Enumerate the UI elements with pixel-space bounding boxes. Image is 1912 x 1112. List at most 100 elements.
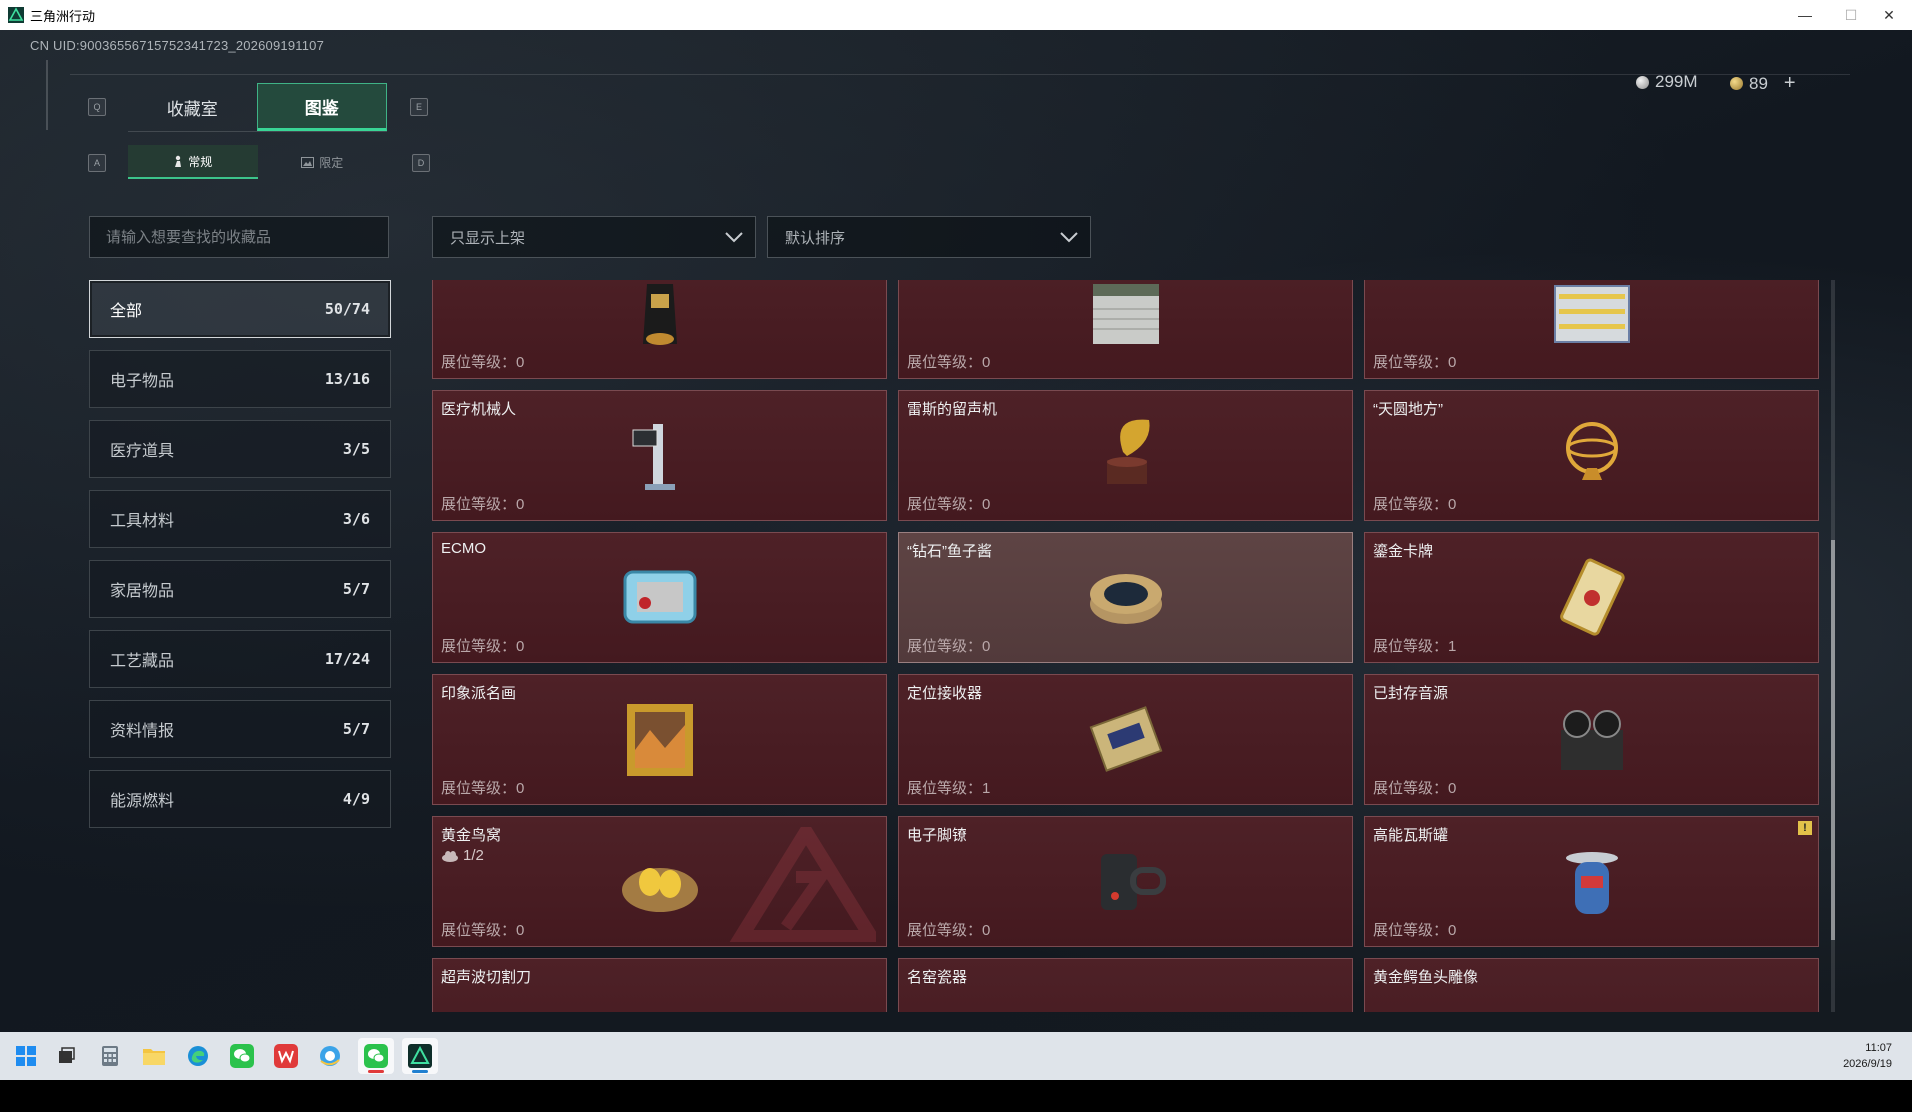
booth-level-value: 0	[982, 922, 991, 939]
category-label: 全部	[110, 303, 143, 320]
collectible-name: 已封存音源	[1373, 685, 1449, 702]
clock-date: 2026/9/19	[1843, 1058, 1892, 1070]
category-medical[interactable]: 医疗道具 3/5	[89, 420, 391, 478]
gas-canister-icon	[1565, 851, 1618, 914]
booth-level-value: 0	[516, 922, 525, 939]
add-currency-button[interactable]: +	[1784, 72, 1796, 95]
tab-collection-room[interactable]: 收藏室	[128, 83, 257, 131]
minimize-button[interactable]: —	[1782, 0, 1828, 30]
delta-force-app[interactable]	[402, 1038, 438, 1074]
category-list: 全部 50/74 电子物品 13/16 医疗道具 3/5 工具材料 3/6 家居物品 5/…	[89, 280, 391, 840]
collectible-card[interactable]: 黄金鳄鱼头雕像展位等级：0	[1364, 958, 1819, 1012]
gold-amount: 89	[1749, 73, 1768, 93]
gold-coin-icon	[1730, 77, 1743, 90]
delta-force-app-icon	[8, 7, 24, 23]
collectible-card[interactable]: 医疗机械人 展位等级：0	[432, 390, 887, 521]
category-crafts[interactable]: 工艺藏品 17/24	[89, 630, 391, 688]
silver-currency: 299M	[1636, 72, 1698, 92]
booth-level: 展位等级：0	[1373, 919, 1456, 940]
delta-force-icon	[408, 1044, 432, 1068]
booth-level-value: 0	[516, 780, 525, 797]
main-tabs: 收藏室 图鉴	[128, 83, 387, 132]
shelf-filter-dropdown[interactable]: 只显示上架	[432, 216, 756, 258]
collectible-card[interactable]: 雷斯的留声机 展位等级：0	[898, 390, 1353, 521]
booth-level: 展位等级：0	[441, 919, 524, 940]
scrollbar-thumb[interactable]	[1831, 540, 1835, 940]
file-explorer-app[interactable]	[136, 1038, 172, 1074]
tab-codex[interactable]: 图鉴	[256, 83, 387, 131]
armillary-sphere-icon	[1565, 421, 1618, 480]
grid-scrollbar[interactable]	[1831, 280, 1835, 1012]
collectible-card[interactable]: 印象派名画 展位等级：0	[432, 674, 887, 805]
collectible-name: 名窑瓷器	[907, 969, 968, 986]
collectible-card[interactable]: 装甲车电池展位等级：0	[898, 280, 1353, 379]
close-button[interactable]: ✕	[1866, 0, 1912, 30]
collectible-progress-value: 1/2	[463, 847, 484, 864]
folder-icon	[143, 1049, 165, 1065]
booth-level-value: 0	[982, 496, 991, 513]
collectible-progress: 1/2	[441, 847, 484, 864]
wps-app[interactable]	[268, 1038, 304, 1074]
category-energy[interactable]: 能源燃料 4/9	[89, 770, 391, 828]
category-tools[interactable]: 工具材料 3/6	[89, 490, 391, 548]
key-hint-a: A	[88, 154, 106, 172]
booth-level-value: 0	[1448, 780, 1457, 797]
collectible-card[interactable]: 名窑瓷器展位等级：0	[898, 958, 1353, 1012]
booth-level-label: 展位等级：	[907, 922, 983, 939]
collectible-card[interactable]: 高能瓦斯罐 展位等级：0!	[1364, 816, 1819, 947]
calculator-app[interactable]	[92, 1038, 128, 1074]
booth-level: 展位等级：0	[1373, 493, 1456, 514]
collectible-card[interactable]: 超声波切割刀展位等级：0	[432, 958, 887, 1012]
collectible-card[interactable]: 动力电池组展位等级：0	[1364, 280, 1819, 379]
booth-level-label: 展位等级：	[1373, 922, 1449, 939]
gold-currency: 89 +	[1730, 72, 1796, 95]
wechat-app[interactable]	[224, 1038, 260, 1074]
category-count: 5/7	[342, 720, 370, 738]
task-view-icon	[59, 1047, 75, 1063]
collectible-name: 鎏金卡牌	[1373, 543, 1434, 560]
ultrasonic-knife-icon	[605, 974, 715, 1013]
sort-dropdown[interactable]: 默认排序	[767, 216, 1091, 258]
start-button[interactable]	[8, 1038, 44, 1074]
edge-browser-app[interactable]	[180, 1038, 216, 1074]
task-view-button[interactable]	[48, 1038, 84, 1074]
golden-nest-icon	[621, 867, 698, 912]
collectible-card[interactable]: 鎏金卡牌展位等级：1	[1364, 532, 1819, 663]
silver-coin-icon	[1636, 75, 1649, 89]
collectible-card[interactable]: 高级咖啡豆展位等级：0	[432, 280, 887, 379]
edge-icon	[188, 1046, 208, 1066]
category-all[interactable]: 全部 50/74	[89, 280, 391, 338]
booth-level-value: 0	[516, 354, 525, 371]
image-icon	[301, 156, 315, 168]
tab-limited[interactable]: 限定	[258, 145, 388, 179]
booth-level: 展位等级：0	[1373, 351, 1456, 372]
collectible-card[interactable]: 电子脚镣 展位等级：0	[898, 816, 1353, 947]
key-hint-d: D	[412, 154, 430, 172]
booth-level-label: 展位等级：	[441, 354, 517, 371]
booth-level-value: 1	[1448, 638, 1457, 655]
category-label: 工具材料	[110, 513, 175, 530]
wechat-app-active[interactable]	[358, 1038, 394, 1074]
collectible-name: ECMO	[441, 540, 486, 557]
category-count: 13/16	[324, 370, 370, 388]
booth-level-label: 展位等级：	[1373, 638, 1449, 655]
collectible-card[interactable]: 定位接收器 展位等级：1	[898, 674, 1353, 805]
tab-regular[interactable]: 常规	[128, 145, 258, 179]
collectible-search-input[interactable]	[89, 216, 389, 258]
browser-app[interactable]	[312, 1038, 348, 1074]
booth-level: 展位等级：0	[441, 351, 524, 372]
category-household[interactable]: 家居物品 5/7	[89, 560, 391, 618]
collectible-card[interactable]: 黄金鸟窝 1/2 展位等级：0	[432, 816, 887, 947]
collectible-name: 超声波切割刀	[441, 969, 532, 986]
collectible-card[interactable]: “天圆地方” 展位等级：0	[1364, 390, 1819, 521]
chevron-down-icon	[725, 232, 743, 243]
category-intel[interactable]: 资料情报 5/7	[89, 700, 391, 758]
collectible-card[interactable]: ECMO 展位等级：0	[432, 532, 887, 663]
collectible-name: 印象派名画	[441, 685, 517, 702]
collectible-card[interactable]: “钻石”鱼子酱 展位等级：0	[898, 532, 1353, 663]
booth-level: 展位等级：0	[441, 493, 524, 514]
booth-level: 展位等级：1	[907, 777, 990, 798]
collectible-card[interactable]: 已封存音源 展位等级：0	[1364, 674, 1819, 805]
system-clock[interactable]: 11:07 2026/9/19	[1843, 1040, 1892, 1072]
category-electronics[interactable]: 电子物品 13/16	[89, 350, 391, 408]
